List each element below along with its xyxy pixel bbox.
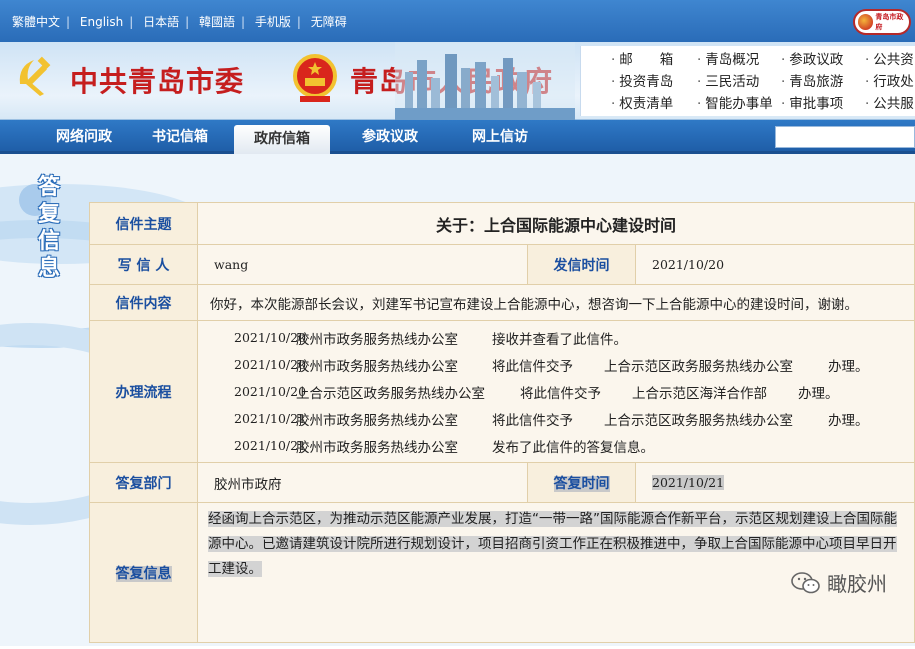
quick-link-administrative[interactable]: 行政处 (865, 70, 914, 90)
flow-suffix: 办理。 (828, 358, 869, 375)
quick-link-qingdao-tourism[interactable]: 青岛旅游 (781, 70, 843, 90)
flow-org: 上合示范区政务服务热线办公室 (296, 385, 485, 402)
flow-org: 胶州市政务服务热线办公室 (296, 412, 458, 429)
reply-dept-value: 胶州市政府 (197, 462, 528, 503)
reply-label-text: 答复信息 (115, 565, 172, 582)
lang-traditional-chinese-link[interactable]: 繁體中文 (12, 15, 60, 29)
language-bar: 繁體中文 | English | 日本語 | 韓國語 | 手机版 | 无障碍 青岛市政府 (0, 0, 915, 42)
writer-label: 写 信 人 (89, 244, 198, 285)
content-label: 信件内容 (89, 284, 198, 321)
subject-label: 信件主题 (89, 202, 198, 245)
writer-value: wang (197, 244, 528, 285)
wechat-watermark: 瞰胶州 (791, 568, 887, 597)
main-nav: 网络问政 书记信箱 政府信箱 参政议政 网上信访 (0, 120, 915, 154)
flow-target: 上合示范区海洋合作部 (632, 385, 767, 402)
sent-date-value: 2021/10/20 (635, 244, 915, 285)
reply-date-cell: 2021/10/21 (635, 462, 915, 503)
tab-secretary-mailbox[interactable]: 书记信箱 (152, 120, 208, 154)
tab-government-mailbox[interactable]: 政府信箱 (234, 125, 330, 154)
lang-english-link[interactable]: English (80, 15, 123, 29)
lang-japanese-link[interactable]: 日本語 (143, 15, 179, 29)
flow-action: 将此信件交予 (492, 412, 573, 429)
language-links: 繁體中文 | English | 日本語 | 韓國語 | 手机版 | 无障碍 (12, 15, 347, 29)
reply-date-value: 2021/10/21 (652, 475, 725, 490)
flow-action: 发布了此信件的答复信息。 (492, 439, 654, 456)
tab-political-participation[interactable]: 参政议政 (362, 120, 418, 154)
quick-link-smart-services[interactable]: 智能办事单 (697, 92, 773, 112)
letter-detail-area: 答复信息 信件主题 关于：上合国际能源中心建设时间 写 信 人 wang 发信时… (0, 154, 915, 646)
flow-action: 将此信件交予 (520, 385, 601, 402)
logo-globe-icon (858, 14, 874, 30)
flow-org: 胶州市政务服务热线办公室 (296, 331, 458, 348)
reply-time-label: 答复时间 (527, 462, 636, 503)
flow-date: 2021/10/21 (234, 411, 307, 426)
flow-date: 2021/10/20 (234, 357, 307, 372)
reply-time-label-text: 答复时间 (553, 475, 610, 492)
reply-label: 答复信息 (89, 502, 198, 643)
flow-step: 2021/10/20 胶州市政务服务热线办公室 将此信件交予 上合示范区政务服务… (198, 351, 914, 378)
quick-link-sanmin-activities[interactable]: 三民活动 (697, 70, 759, 90)
flow-org: 胶州市政务服务热线办公室 (296, 439, 458, 456)
qingdao-gov-logo[interactable]: 青岛市政府 (853, 9, 911, 35)
flow-date: 2021/10/20 (234, 384, 307, 399)
watermark-text: 瞰胶州 (827, 572, 887, 596)
sent-time-label: 发信时间 (527, 244, 636, 285)
flow-step: 2021/10/21 胶州市政务服务热线办公室 将此信件交予 上合示范区政务服务… (198, 405, 914, 432)
logo-badge-text: 青岛市政府 (875, 13, 904, 31)
tab-online-inquiry[interactable]: 网络问政 (56, 120, 112, 154)
flow-date: 2021/10/21 (234, 438, 307, 453)
party-committee-title[interactable]: 中共青岛市委 (70, 60, 244, 100)
letter-subject: 关于：上合国际能源中心建设时间 (197, 202, 915, 245)
flow-suffix: 办理。 (828, 412, 869, 429)
flow-action: 将此信件交予 (492, 358, 573, 375)
quick-link-qingdao-overview[interactable]: 青岛概况 (697, 48, 759, 68)
wechat-icon (791, 571, 820, 593)
quick-links-panel: 邮 箱 青岛概况 参政议政 公共资 投资青岛 三民活动 青岛旅游 行政处 权责清… (580, 46, 915, 116)
search-input[interactable] (775, 126, 915, 148)
flow-date: 2021/10/20 (234, 330, 307, 345)
handling-flow: 2021/10/20 胶州市政务服务热线办公室 接收并查看了此信件。 2021/… (197, 320, 915, 463)
flow-step: 2021/10/20 胶州市政务服务热线办公室 接收并查看了此信件。 (198, 324, 914, 351)
flow-step: 2021/10/20 上合示范区政务服务热线办公室 将此信件交予 上合示范区海洋… (198, 378, 914, 405)
tab-online-petition[interactable]: 网上信访 (472, 120, 528, 154)
city-skyline-image (395, 42, 575, 120)
letter-content: 你好，本次能源部长会议，刘建军书记宣布建设上合能源中心，想咨询一下上合能源中心的… (197, 284, 915, 321)
lang-korean-link[interactable]: 韓國語 (199, 15, 235, 29)
flow-action: 接收并查看了此信件。 (492, 331, 627, 348)
flow-target: 上合示范区政务服务热线办公室 (604, 358, 793, 375)
quick-link-invest-qingdao[interactable]: 投资青岛 (611, 70, 673, 90)
party-emblem-icon (19, 56, 51, 96)
side-title: 答复信息 (38, 175, 61, 281)
national-emblem-icon (293, 54, 337, 102)
site-banner: 中共青岛市委 青岛市人民政府 邮 箱 青岛概况 参政议政 公共资 投资青岛 三民… (0, 42, 915, 120)
quick-link-public-resources[interactable]: 公共资 (865, 48, 914, 68)
quick-link-mailbox[interactable]: 邮 箱 (611, 48, 673, 68)
accessibility-link[interactable]: 无障碍 (311, 15, 347, 29)
quick-link-approval-items[interactable]: 审批事项 (781, 92, 843, 112)
quick-link-powers-list[interactable]: 权责清单 (611, 92, 673, 112)
flow-target: 上合示范区政务服务热线办公室 (604, 412, 793, 429)
flow-org: 胶州市政务服务热线办公室 (296, 358, 458, 375)
mobile-version-link[interactable]: 手机版 (255, 15, 291, 29)
quick-link-public-services[interactable]: 公共服 (865, 92, 914, 112)
flow-step: 2021/10/21 胶州市政务服务热线办公室 发布了此信件的答复信息。 (198, 432, 914, 459)
reply-dept-label: 答复部门 (89, 462, 198, 503)
flow-label: 办理流程 (89, 320, 198, 463)
quick-link-political-participation[interactable]: 参政议政 (781, 48, 843, 68)
flow-suffix: 办理。 (798, 385, 839, 402)
